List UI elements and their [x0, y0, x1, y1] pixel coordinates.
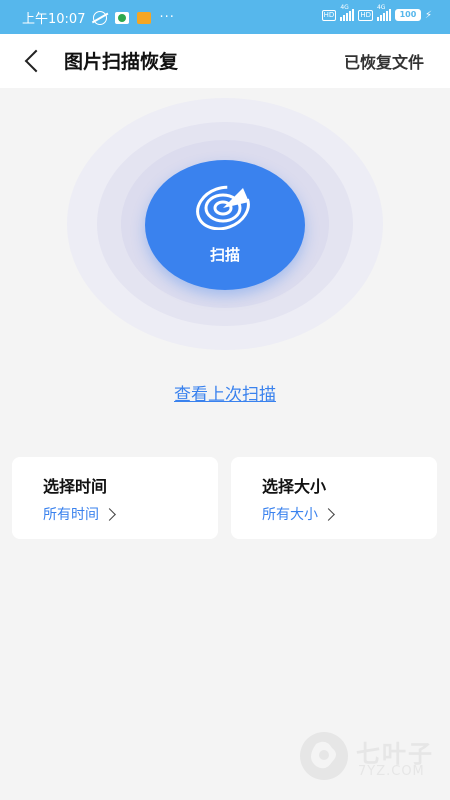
back-button[interactable]: [20, 46, 50, 76]
radar-icon: [196, 185, 250, 230]
size-filter-card[interactable]: 选择大小 所有大小: [231, 457, 437, 539]
size-filter-title: 选择大小: [262, 477, 327, 496]
scan-button[interactable]: 扫描: [145, 160, 305, 290]
size-filter-value[interactable]: 所有大小: [262, 504, 335, 524]
network-type-2: 4G: [376, 4, 386, 11]
app-header: 图片扫描恢复 已恢复文件: [0, 34, 450, 88]
sync-off-icon: [93, 10, 108, 25]
battery-icon: 100: [394, 9, 421, 21]
signal-icon-2: 4G: [376, 4, 391, 21]
charging-icon: ⚡: [424, 9, 432, 21]
app-notification-icon: [115, 11, 130, 24]
watermark-subtext: 7YZ.COM: [358, 764, 425, 779]
watermark-logo-icon: [300, 732, 348, 780]
time-filter-title: 选择时间: [43, 477, 108, 496]
status-right: HD 4G HD 4G 100 ⚡: [321, 4, 432, 21]
time-filter-value-text: 所有时间: [43, 507, 99, 523]
message-notification-icon: [137, 11, 152, 24]
size-filter-value-text: 所有大小: [262, 507, 318, 523]
page-title: 图片扫描恢复: [64, 51, 179, 73]
restored-files-button[interactable]: 已恢复文件: [344, 49, 424, 73]
hd-badge-2: HD: [358, 9, 373, 21]
view-last-scan-link[interactable]: 查看上次扫描: [0, 380, 450, 405]
signal-icon-1: 4G: [340, 4, 355, 21]
time-filter-card[interactable]: 选择时间 所有时间: [12, 457, 218, 539]
more-notifications-icon: ···: [159, 10, 175, 25]
status-left: 上午10:07 ···: [22, 8, 175, 27]
status-bar: 上午10:07 ··· HD 4G HD 4G 100 ⚡: [0, 0, 450, 34]
chevron-right-icon: [103, 507, 116, 521]
scan-label: 扫描: [209, 246, 240, 264]
network-type-1: 4G: [340, 4, 349, 11]
hd-badge-1: HD: [321, 9, 337, 21]
chevron-right-icon: [322, 507, 335, 521]
status-time: 上午10:07: [22, 12, 86, 27]
time-filter-value[interactable]: 所有时间: [43, 504, 116, 524]
watermark: 七叶子 7YZ.COM: [296, 728, 446, 788]
